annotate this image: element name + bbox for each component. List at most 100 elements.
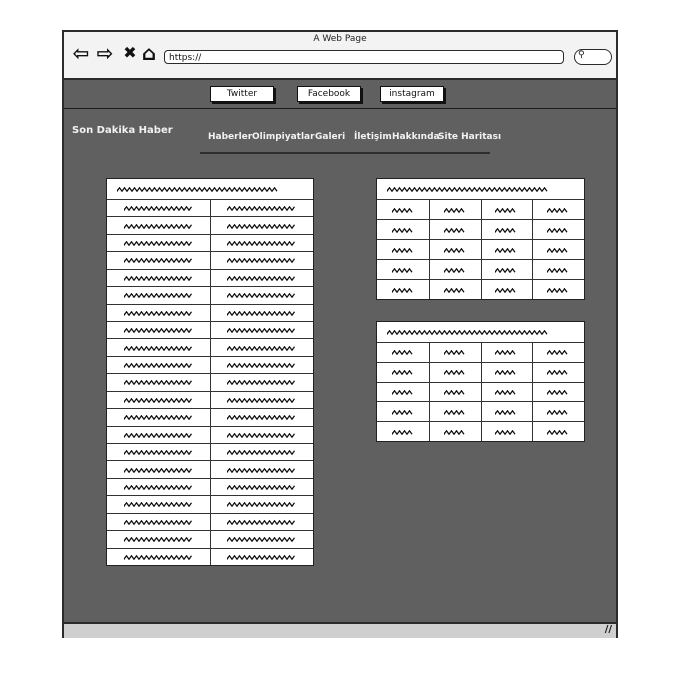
text-placeholder — [547, 247, 568, 253]
text-placeholder — [226, 485, 295, 491]
text-placeholder — [123, 258, 192, 264]
text-placeholder — [226, 310, 295, 316]
column-divider — [428, 342, 430, 441]
text-placeholder — [123, 485, 192, 491]
text-placeholder — [495, 429, 516, 435]
text-placeholder — [547, 227, 568, 233]
text-placeholder — [391, 350, 413, 356]
text-placeholder — [547, 429, 568, 435]
column-divider — [532, 199, 534, 299]
text-placeholder — [547, 409, 568, 415]
text-placeholder — [443, 409, 465, 415]
column-divider — [480, 342, 482, 441]
header-divider — [64, 108, 616, 109]
text-placeholder — [123, 293, 192, 299]
text-placeholder — [443, 370, 465, 376]
site-brand[interactable]: Son Dakika Haber — [72, 125, 173, 136]
text-placeholder — [123, 519, 192, 525]
text-placeholder — [226, 328, 295, 334]
text-placeholder — [547, 287, 568, 293]
column-divider — [428, 199, 430, 299]
menu-item-site-haritasi[interactable]: Site Haritası — [438, 132, 501, 142]
table-caption-placeholder — [387, 330, 548, 335]
text-placeholder — [123, 537, 192, 543]
instagram-button[interactable]: instagram — [380, 86, 444, 102]
text-placeholder — [226, 380, 295, 386]
menu-item-galeri[interactable]: Galeri — [315, 132, 345, 142]
text-placeholder — [495, 287, 516, 293]
text-placeholder — [226, 241, 295, 247]
text-placeholder — [123, 241, 192, 247]
text-placeholder — [391, 409, 413, 415]
text-placeholder — [123, 310, 192, 316]
text-placeholder — [226, 223, 295, 229]
status-bar: // — [64, 622, 616, 638]
text-placeholder — [443, 389, 465, 395]
text-placeholder — [123, 363, 192, 369]
text-placeholder — [123, 206, 192, 212]
text-placeholder — [391, 370, 413, 376]
text-placeholder — [226, 502, 295, 508]
twitter-button[interactable]: Twitter — [210, 86, 274, 102]
menu-item-hakkinda[interactable]: Hakkında — [392, 132, 440, 142]
text-placeholder — [226, 345, 295, 351]
column-divider — [210, 199, 211, 565]
text-placeholder — [443, 350, 465, 356]
text-placeholder — [226, 432, 295, 438]
browser-search-button[interactable]: ⚲ — [574, 49, 612, 65]
text-placeholder — [123, 554, 192, 560]
text-placeholder — [547, 389, 568, 395]
text-placeholder — [495, 207, 516, 213]
text-placeholder — [443, 287, 465, 293]
text-placeholder — [226, 519, 295, 525]
forward-icon[interactable]: ⇨ — [94, 42, 116, 64]
text-placeholder — [391, 267, 413, 273]
text-placeholder — [443, 227, 465, 233]
text-placeholder — [226, 206, 295, 212]
menu-item-iletisim[interactable]: İletişim — [354, 132, 392, 142]
url-input[interactable]: https:// — [164, 50, 564, 64]
text-placeholder — [123, 432, 192, 438]
news-table-right-bottom — [376, 321, 585, 442]
table-caption-placeholder — [117, 187, 278, 192]
column-divider — [480, 199, 482, 299]
text-placeholder — [226, 537, 295, 543]
menu-item-olimpiyatlar[interactable]: Olimpiyatlar — [252, 132, 315, 142]
text-placeholder — [547, 207, 568, 213]
browser-window: A Web Page ⇦ ⇨ ✖ ⌂ https:// ⚲ Twitter Fa… — [62, 30, 618, 638]
back-icon[interactable]: ⇦ — [70, 42, 92, 64]
text-placeholder — [226, 293, 295, 299]
text-placeholder — [547, 370, 568, 376]
search-icon: ⚲ — [578, 50, 585, 60]
text-placeholder — [123, 397, 192, 403]
resize-grip-icon[interactable]: // — [605, 624, 612, 635]
table-caption-placeholder — [387, 187, 548, 192]
text-placeholder — [123, 467, 192, 473]
text-placeholder — [226, 363, 295, 369]
news-table-right-top — [376, 178, 585, 300]
news-table-left — [106, 178, 314, 566]
home-icon[interactable]: ⌂ — [138, 42, 160, 64]
text-placeholder — [495, 409, 516, 415]
text-placeholder — [123, 275, 192, 281]
text-placeholder — [391, 247, 413, 253]
text-placeholder — [391, 227, 413, 233]
column-divider — [532, 342, 534, 441]
browser-chrome: A Web Page ⇦ ⇨ ✖ ⌂ https:// ⚲ — [64, 32, 616, 80]
text-placeholder — [495, 247, 516, 253]
text-placeholder — [495, 267, 516, 273]
text-placeholder — [547, 267, 568, 273]
text-placeholder — [391, 207, 413, 213]
text-placeholder — [226, 554, 295, 560]
menu-item-haberler[interactable]: Haberler — [208, 132, 252, 142]
text-placeholder — [226, 450, 295, 456]
text-placeholder — [443, 247, 465, 253]
text-placeholder — [123, 328, 192, 334]
facebook-button[interactable]: Facebook — [297, 86, 361, 102]
text-placeholder — [547, 350, 568, 356]
text-placeholder — [226, 415, 295, 421]
text-placeholder — [123, 380, 192, 386]
text-placeholder — [123, 502, 192, 508]
text-placeholder — [391, 287, 413, 293]
text-placeholder — [391, 389, 413, 395]
